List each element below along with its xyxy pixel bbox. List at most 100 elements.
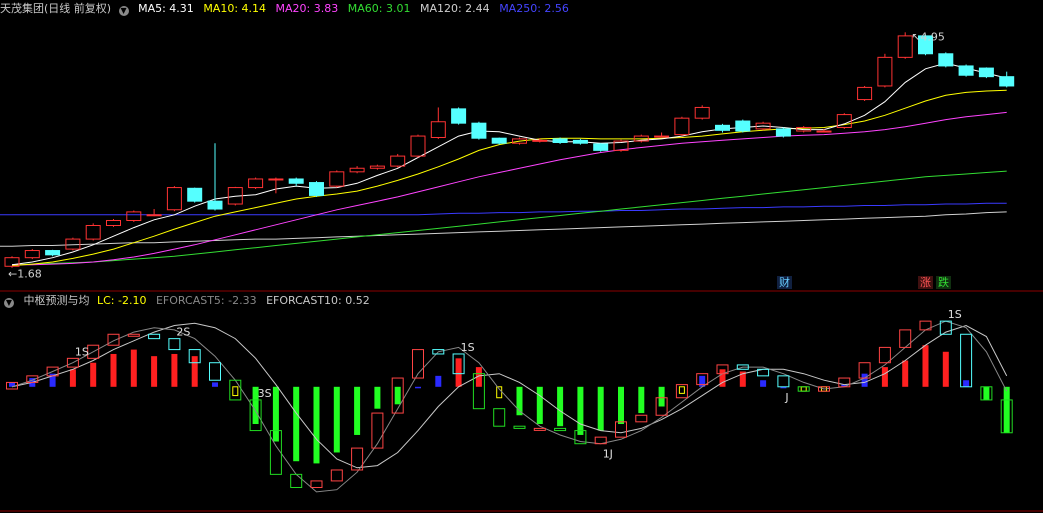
ma120-line: [11, 211, 1007, 247]
candle-body-down: [938, 53, 954, 67]
ma10-label: MA10: 4.14: [203, 2, 267, 15]
indicator-bar: [415, 386, 421, 389]
indicator-bar: [861, 373, 868, 387]
candle-body-up: [65, 238, 81, 250]
eforcast10-label: EFORCAST10: 0.52: [266, 294, 370, 307]
indicator-bar: [963, 380, 970, 387]
indicator-bar: [69, 369, 76, 387]
signal-marker-label: 1S: [948, 308, 962, 321]
stock-chart-window: ↖4.95 ←1.68 1S 2S 3S 1S 1J J 1S 天茂集团(日线 前复权) ▼ M…: [0, 0, 1043, 513]
indicator-panel-header: ▼ 中枢预测与均 LC: -2.10 EFORCAST5: -2.33 EFOR…: [0, 293, 376, 309]
candle-body-up: [329, 171, 345, 187]
candle-body-up: [674, 117, 690, 136]
indicator-bar: [333, 386, 340, 453]
lc-box: [899, 329, 912, 348]
ma20-label: MA20: 3.83: [275, 2, 339, 15]
ma120-label: MA120: 2.44: [419, 2, 490, 15]
candle-body-up: [430, 121, 446, 138]
candle-body-down: [552, 138, 568, 143]
signal-marker-label: 1S: [75, 345, 89, 358]
candle-body-up: [410, 135, 426, 157]
candle-body-down: [715, 124, 730, 131]
collapse-toggle-icon[interactable]: ▼: [4, 298, 14, 308]
candle-body-down: [451, 108, 467, 124]
candle-body-down: [471, 122, 487, 139]
lc-box: [209, 362, 221, 381]
indicator-bar: [90, 362, 97, 387]
candle-body-down: [999, 76, 1015, 87]
limit-down-badge[interactable]: 跌: [936, 276, 951, 289]
indicator-bar: [354, 386, 361, 435]
indicator-bar: [272, 386, 279, 442]
lc-box: [107, 333, 120, 346]
candle-body-down: [45, 250, 61, 256]
price-panel-title: 天茂集团(日线 前复权): [0, 2, 112, 15]
lc-box: [290, 473, 303, 488]
ma250-line: [12, 202, 1007, 216]
lc-box: [127, 333, 140, 337]
indicator-bar: [902, 360, 909, 387]
indicator-bar: [881, 367, 888, 387]
candle-body-up: [126, 211, 142, 221]
ma5-label: MA5: 4.31: [138, 2, 194, 15]
signal-marker-label: 1S: [461, 341, 475, 354]
lc-box: [777, 375, 790, 388]
indicator-bar: [171, 353, 178, 387]
candle-body-down: [978, 67, 994, 78]
indicator-bar: [313, 386, 320, 464]
candle-body-up: [816, 130, 832, 133]
lc-box: [148, 333, 161, 340]
indicator-bar: [130, 349, 137, 387]
indicator-bar: [293, 386, 300, 462]
candle-body-up: [532, 139, 548, 142]
signal-marker-label: 2S: [176, 326, 190, 339]
candle-body-down: [735, 120, 751, 132]
candle-body-up: [349, 167, 365, 173]
indicator-bar: [760, 380, 767, 387]
lc-box: [168, 338, 181, 351]
ma60-label: MA60: 3.01: [347, 2, 411, 15]
limit-up-badge[interactable]: 涨: [918, 276, 933, 289]
eforcast10-line: [11, 322, 1008, 469]
high-price-label: ↖4.95: [911, 30, 945, 43]
candle-body-down: [491, 137, 507, 144]
lc-box: [635, 414, 648, 423]
finance-badge[interactable]: 财: [777, 276, 792, 289]
signal-marker-label: 3S: [258, 387, 272, 400]
candle-body-up: [877, 56, 893, 87]
indicator-bar: [191, 356, 198, 387]
lc-box: [513, 425, 526, 429]
lc-box: [960, 333, 973, 388]
candle-body-up: [390, 155, 406, 167]
candle-body-up: [24, 250, 40, 259]
lc-box: [330, 469, 343, 482]
candle-body-up: [146, 214, 162, 217]
lc-box: [554, 427, 567, 432]
chart-canvas: ↖4.95 ←1.68 1S 2S 3S 1S 1J J 1S: [0, 30, 1043, 512]
lc-box: [615, 421, 627, 438]
ma10-line: [11, 89, 1007, 267]
collapse-toggle-icon[interactable]: ▼: [118, 6, 129, 16]
indicator-bar: [110, 353, 117, 387]
lc-label: LC: -2.10: [97, 294, 147, 307]
indicator-bar: [618, 386, 624, 425]
indicator-bar: [638, 386, 645, 414]
indicator-bar: [557, 386, 564, 427]
candle-body-up: [85, 224, 101, 240]
candle-body-down: [288, 178, 304, 184]
candle-body-down: [593, 143, 609, 151]
candle-body-down: [572, 139, 588, 144]
indicator-bar: [394, 386, 401, 405]
candle-body-up: [857, 86, 873, 101]
indicator-panel-title: 中枢预测与均: [23, 294, 90, 307]
candle-body-down: [958, 65, 974, 76]
indicator-bar: [455, 358, 462, 387]
indicator-bar: [577, 386, 584, 435]
lc-box: [878, 346, 891, 364]
candle-body-up: [369, 165, 385, 169]
signal-marker-label: J: [784, 391, 788, 404]
lc-box: [533, 427, 546, 431]
signal-marker-label: 1J: [603, 448, 613, 461]
eforcast5-line: [11, 320, 1008, 493]
indicator-bar: [536, 386, 543, 425]
